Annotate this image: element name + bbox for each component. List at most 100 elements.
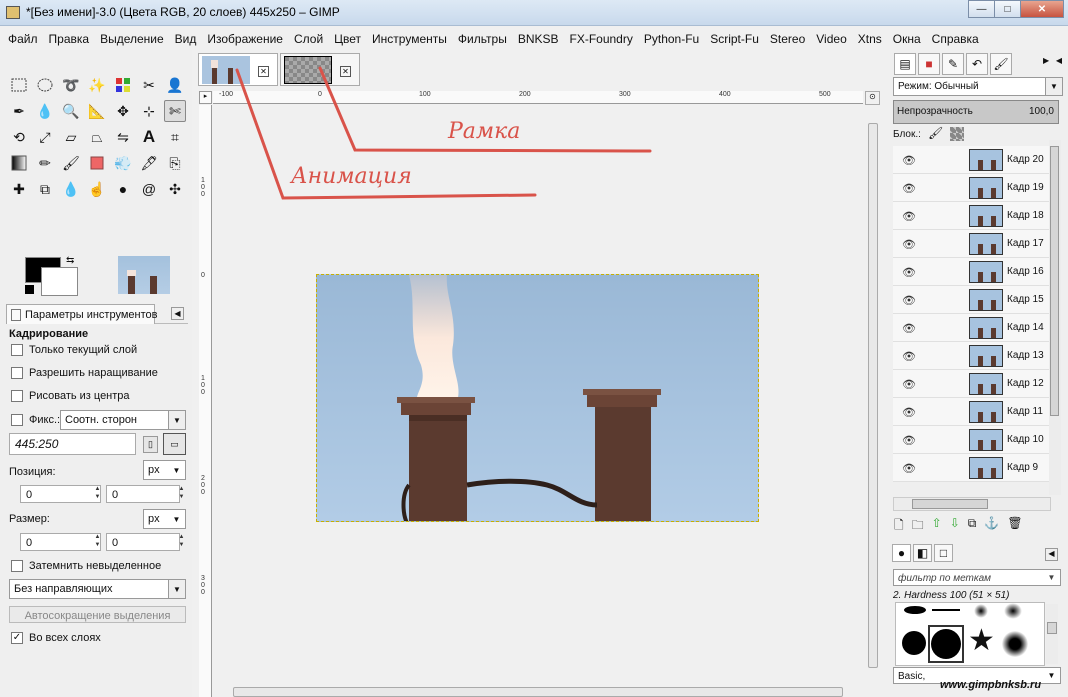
eye-icon[interactable]: 👁	[902, 210, 916, 223]
menu-edit[interactable]: Правка	[49, 32, 90, 46]
scale-icon[interactable]: ⤢	[34, 126, 56, 148]
new-layer-group-icon[interactable]: 🗀	[912, 516, 924, 534]
ellipse-select-icon[interactable]	[34, 74, 56, 96]
lock-alpha-icon[interactable]	[950, 127, 964, 141]
patterns-tab-icon[interactable]: ◧	[913, 544, 932, 562]
active-image-preview[interactable]	[118, 256, 170, 294]
layer-row[interactable]: 👁 Кадр 16	[893, 258, 1050, 286]
menu-fx-foundry[interactable]: FX-Foundry	[570, 32, 633, 46]
layer-row[interactable]: 👁 Кадр 18	[893, 202, 1050, 230]
menu-video[interactable]: Video	[816, 32, 846, 46]
eye-icon[interactable]: 👁	[902, 350, 916, 363]
position-y-stepper[interactable]: ▲ ▼	[177, 485, 186, 501]
layer-row[interactable]: 👁 Кадр 19	[893, 174, 1050, 202]
scrollbar-thumb[interactable]	[912, 499, 988, 509]
dodge-burn-icon[interactable]: ●	[112, 178, 134, 200]
layer-row[interactable]: 👁 Кадр 15	[893, 286, 1050, 314]
lasso-icon[interactable]: ➰	[60, 74, 82, 96]
perspective-icon[interactable]: ⏢	[86, 126, 108, 148]
layer-row[interactable]: 👁 Кадр 9	[893, 454, 1050, 482]
move-icon[interactable]: ✥	[112, 100, 134, 122]
menu-stereo[interactable]: Stereo	[770, 32, 805, 46]
brushes-tab-icon[interactable]: 🖌	[990, 53, 1012, 75]
size-unit-select[interactable]: px ▼	[143, 509, 186, 529]
rect-select-icon[interactable]	[8, 74, 30, 96]
lower-layer-icon[interactable]: ⇩	[950, 516, 960, 534]
star-brush-icon[interactable]: ★	[968, 625, 995, 657]
eye-icon[interactable]: 👁	[902, 434, 916, 447]
paintbrush-icon[interactable]: 🖌	[60, 152, 82, 174]
fixed-checkbox[interactable]	[11, 414, 23, 426]
color-select-icon[interactable]	[112, 74, 134, 96]
cage-transform-icon[interactable]: ⌗	[164, 126, 186, 148]
scissors-icon[interactable]: ✂	[138, 74, 160, 96]
size-w-input[interactable]: 0	[20, 533, 101, 551]
brush-preview[interactable]	[932, 609, 960, 611]
rotate-icon[interactable]: ⟲	[8, 126, 30, 148]
brush-preview[interactable]	[974, 604, 988, 618]
menu-file[interactable]: Файл	[8, 32, 38, 46]
menu-bnksb[interactable]: BNKSB	[518, 32, 559, 46]
channels-tab-icon[interactable]: ■	[918, 53, 940, 75]
maximize-button[interactable]: □	[994, 0, 1021, 18]
menu-filters[interactable]: Фильтры	[458, 32, 507, 46]
brush-preview[interactable]	[1004, 603, 1022, 619]
guides-select[interactable]: Без направляющих ▼	[9, 579, 186, 599]
minimize-button[interactable]: —	[968, 0, 995, 18]
text-tool-icon[interactable]: A	[138, 126, 160, 148]
duplicate-layer-icon[interactable]: ⧉	[968, 516, 977, 534]
menu-layer[interactable]: Слой	[294, 32, 323, 46]
menu-windows[interactable]: Окна	[893, 32, 921, 46]
smudge-icon[interactable]: ☝	[86, 178, 108, 200]
draw-from-center-checkbox[interactable]	[11, 390, 23, 402]
color-swirl-icon[interactable]: @	[138, 178, 160, 200]
canvas-horizontal-scrollbar[interactable]	[213, 686, 866, 697]
color-picker-icon[interactable]: 💧	[34, 100, 56, 122]
layer-row[interactable]: 👁 Кадр 13	[893, 342, 1050, 370]
new-layer-icon[interactable]: 🗋	[894, 516, 904, 534]
allow-growing-checkbox[interactable]	[11, 367, 23, 379]
menu-xtns[interactable]: Xtns	[858, 32, 882, 46]
autoshrink-button[interactable]: Автосокращение выделения	[9, 606, 186, 623]
gradients-tab-icon[interactable]: □	[934, 544, 953, 562]
menu-select[interactable]: Выделение	[100, 32, 164, 46]
eye-icon[interactable]: 👁	[902, 322, 916, 335]
dock-scroll-arrows[interactable]: ▶ ◀	[1043, 56, 1062, 65]
menu-colors[interactable]: Цвет	[334, 32, 361, 46]
menu-script-fu[interactable]: Script-Fu	[710, 32, 759, 46]
zoom-icon[interactable]: 🔍	[60, 100, 82, 122]
menu-python-fu[interactable]: Python-Fu	[644, 32, 699, 46]
eye-icon[interactable]: 👁	[902, 266, 916, 279]
darken-unselected-checkbox[interactable]	[11, 560, 23, 572]
tab-menu-icon[interactable]: ◀	[171, 307, 184, 320]
scrollbar-thumb[interactable]	[233, 687, 843, 697]
fuzzy-select-icon[interactable]: ✨	[86, 74, 108, 96]
layer-row[interactable]: 👁 Кадр 14	[893, 314, 1050, 342]
opacity-slider[interactable]: Непрозрачность 100,0	[893, 100, 1059, 124]
gradient-icon[interactable]	[8, 152, 30, 174]
menu-image[interactable]: Изображение	[207, 32, 283, 46]
tab-menu-icon[interactable]: ◀	[1045, 548, 1058, 561]
airbrush-icon[interactable]: 💨	[112, 152, 134, 174]
layer-row[interactable]: 👁 Кадр 12	[893, 370, 1050, 398]
layers-vertical-scrollbar[interactable]	[1049, 140, 1061, 495]
aspect-ratio-input[interactable]: 445:250	[9, 433, 136, 455]
tool-options-tab[interactable]: Параметры инструментов	[6, 304, 157, 324]
eye-icon[interactable]: 👁	[902, 154, 916, 167]
position-x-input[interactable]: 0	[20, 485, 101, 503]
eye-icon[interactable]: 👁	[902, 294, 916, 307]
position-x-stepper[interactable]: ▲ ▼	[93, 485, 102, 501]
brush-preview[interactable]	[902, 631, 926, 655]
warp-icon[interactable]: ✣	[164, 178, 186, 200]
pencil-icon[interactable]: ✏	[34, 152, 56, 174]
brush-tag-filter[interactable]: фильтр по меткам ▼	[893, 569, 1061, 586]
eye-icon[interactable]: 👁	[902, 378, 916, 391]
all-layers-checkbox[interactable]: ✓	[11, 632, 23, 644]
background-color-swatch[interactable]	[41, 267, 78, 296]
default-colors-icon[interactable]	[25, 285, 34, 294]
blur-icon[interactable]: 💧	[60, 178, 82, 200]
layers-horizontal-scrollbar[interactable]	[893, 497, 1051, 511]
layer-row[interactable]: 👁 Кадр 17	[893, 230, 1050, 258]
menu-help[interactable]: Справка	[932, 32, 979, 46]
eye-icon[interactable]: 👁	[902, 462, 916, 475]
